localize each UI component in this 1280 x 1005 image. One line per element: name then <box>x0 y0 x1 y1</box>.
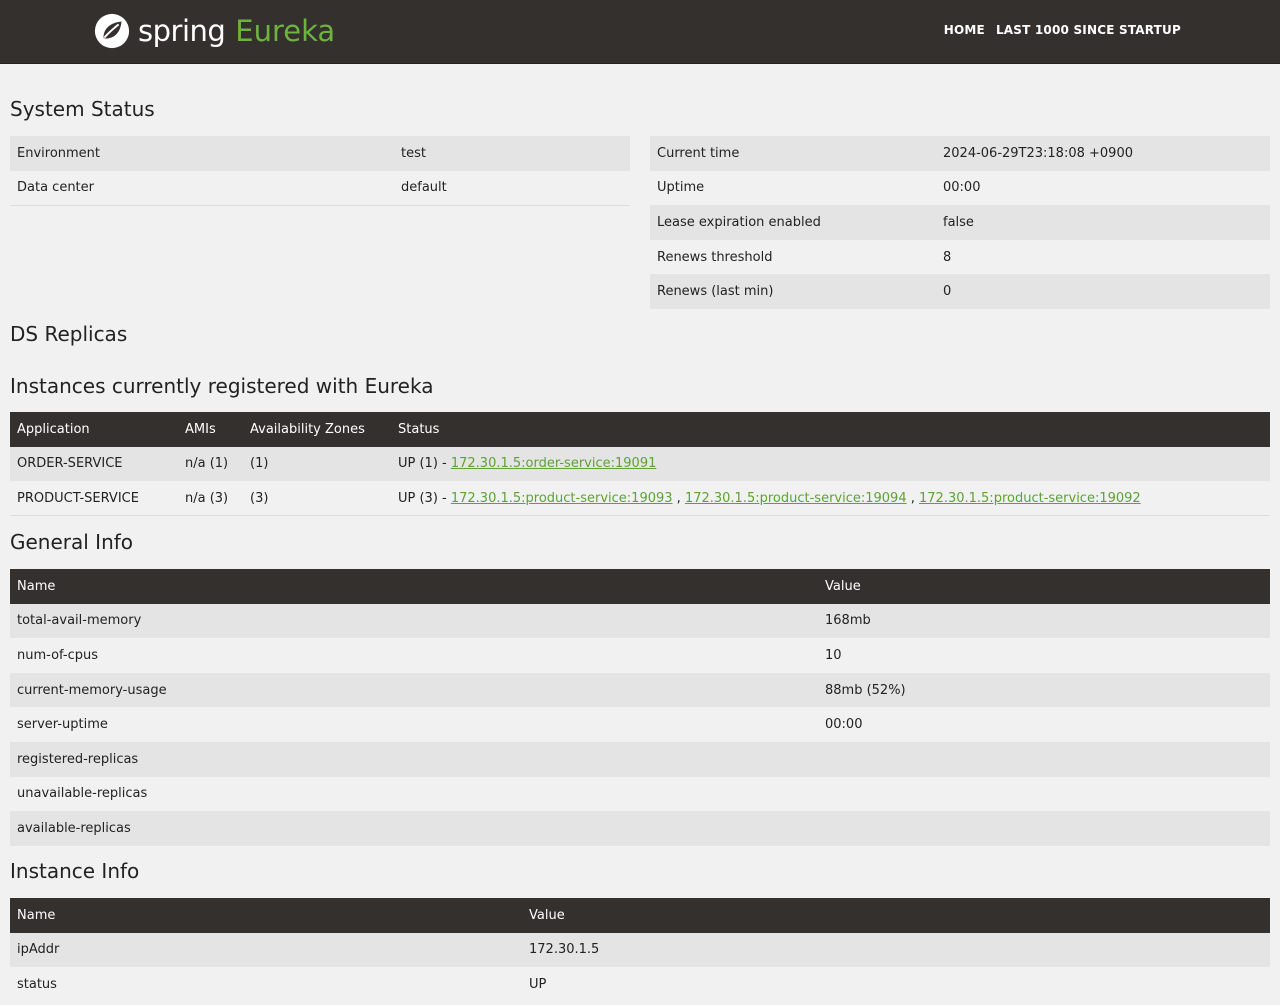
info-name: available-replicas <box>10 811 818 846</box>
instance-link[interactable]: 172.30.1.5:product-service:19093 <box>451 491 673 506</box>
link-separator: , <box>906 490 920 506</box>
table-row: ipAddr 172.30.1.5 <box>10 932 1270 968</box>
application-name: PRODUCT-SERVICE <box>10 481 178 517</box>
column-header: Value <box>522 898 1270 933</box>
amis-value: n/a (1) <box>178 446 243 482</box>
system-status-heading: System Status <box>10 97 155 121</box>
column-header: Name <box>10 898 522 933</box>
spring-leaf-icon <box>94 13 130 49</box>
status-value: 0 <box>936 274 1270 309</box>
instance-info-table: Name Value ipAddr 172.30.1.5 status UP <box>10 898 1270 1002</box>
link-separator: , <box>672 490 685 506</box>
info-name: current-memory-usage <box>10 672 818 708</box>
amis-value: n/a (3) <box>178 481 243 517</box>
table-row: available-replicas <box>10 811 1270 846</box>
system-status-right-table: Current time 2024-06-29T23:18:08 +0900 U… <box>650 136 1270 309</box>
zones-value: (3) <box>243 481 391 517</box>
nav-links: HOME LAST 1000 SINCE STARTUP <box>933 23 1181 37</box>
instances-heading: Instances currently registered with Eure… <box>10 374 434 398</box>
column-header: Availability Zones <box>243 412 391 447</box>
application-name: ORDER-SERVICE <box>10 446 178 482</box>
column-header: Name <box>10 569 818 604</box>
table-row: server-uptime 00:00 <box>10 707 1270 742</box>
column-header: AMIs <box>178 412 243 447</box>
info-name: registered-replicas <box>10 741 818 777</box>
nav-home-link[interactable]: HOME <box>944 23 985 37</box>
info-value <box>818 776 1270 812</box>
status-label: Renews threshold <box>650 239 936 275</box>
info-name: server-uptime <box>10 707 818 742</box>
zones-value: (1) <box>243 446 391 482</box>
info-value <box>818 811 1270 846</box>
table-row: Uptime 00:00 <box>650 170 1270 206</box>
status-value: false <box>936 205 1270 240</box>
table-header-row: Name Value <box>10 898 1270 933</box>
brand-spring-text: spring <box>138 14 226 48</box>
status-label: Current time <box>650 136 936 171</box>
general-info-table: Name Value total-avail-memory 168mb num-… <box>10 569 1270 846</box>
info-name: total-avail-memory <box>10 603 818 639</box>
status-cell: UP (1) - 172.30.1.5:order-service:19091 <box>391 446 1270 482</box>
status-cell: UP (3) - 172.30.1.5:product-service:1909… <box>391 481 1270 517</box>
info-value: UP <box>522 967 1270 1002</box>
table-row: current-memory-usage 88mb (52%) <box>10 672 1270 708</box>
status-prefix: UP (3) - <box>398 490 451 506</box>
table-row: PRODUCT-SERVICE n/a (3) (3) UP (3) - 172… <box>10 481 1270 517</box>
info-value: 10 <box>818 638 1270 673</box>
brand-eureka-text: Eureka <box>235 14 336 48</box>
info-value: 172.30.1.5 <box>522 932 1270 968</box>
column-header: Application <box>10 412 178 447</box>
instances-table: Application AMIs Availability Zones Stat… <box>10 412 1270 517</box>
table-row: Renews (last min) 0 <box>650 274 1270 309</box>
table-row: Current time 2024-06-29T23:18:08 +0900 <box>650 136 1270 171</box>
general-info-heading: General Info <box>10 530 134 554</box>
column-header: Status <box>391 412 1270 447</box>
status-label: Data center <box>10 170 394 206</box>
info-value: 168mb <box>818 603 1270 639</box>
info-name: ipAddr <box>10 932 522 968</box>
table-row: total-avail-memory 168mb <box>10 603 1270 639</box>
status-value: test <box>394 136 630 171</box>
instance-info-heading: Instance Info <box>10 859 140 883</box>
status-label: Renews (last min) <box>650 274 936 309</box>
navbar: spring Eureka HOME LAST 1000 SINCE START… <box>0 0 1280 64</box>
status-label: Lease expiration enabled <box>650 205 936 240</box>
table-row: num-of-cpus 10 <box>10 638 1270 673</box>
table-row: Lease expiration enabled false <box>650 205 1270 240</box>
brand-logo[interactable]: spring Eureka <box>93 11 335 51</box>
table-header-row: Application AMIs Availability Zones Stat… <box>10 412 1270 447</box>
nav-last1000-link[interactable]: LAST 1000 SINCE STARTUP <box>996 23 1181 37</box>
instance-link[interactable]: 172.30.1.5:product-service:19092 <box>919 491 1141 506</box>
info-value <box>818 741 1270 777</box>
status-value: 00:00 <box>936 170 1270 206</box>
table-row: registered-replicas <box>10 741 1270 777</box>
table-header-row: Name Value <box>10 569 1270 604</box>
status-value: default <box>394 170 630 206</box>
info-value: 00:00 <box>818 707 1270 742</box>
system-status-left-table: Environment test Data center default <box>10 136 630 206</box>
table-row: Renews threshold 8 <box>650 239 1270 275</box>
info-name: num-of-cpus <box>10 638 818 673</box>
info-name: unavailable-replicas <box>10 776 818 812</box>
info-name: status <box>10 967 522 1002</box>
status-label: Environment <box>10 136 394 171</box>
status-value: 8 <box>936 239 1270 275</box>
info-value: 88mb (52%) <box>818 672 1270 708</box>
status-prefix: UP (1) - <box>398 456 451 472</box>
table-row: ORDER-SERVICE n/a (1) (1) UP (1) - 172.3… <box>10 446 1270 482</box>
table-row: unavailable-replicas <box>10 776 1270 812</box>
instance-link[interactable]: 172.30.1.5:order-service:19091 <box>451 456 657 471</box>
status-value: 2024-06-29T23:18:08 +0900 <box>936 136 1270 171</box>
status-label: Uptime <box>650 170 936 206</box>
ds-replicas-heading: DS Replicas <box>10 322 128 346</box>
table-row: Data center default <box>10 170 630 206</box>
column-header: Value <box>818 569 1270 604</box>
table-row: status UP <box>10 967 1270 1002</box>
table-row: Environment test <box>10 136 630 171</box>
instance-link[interactable]: 172.30.1.5:product-service:19094 <box>685 491 907 506</box>
